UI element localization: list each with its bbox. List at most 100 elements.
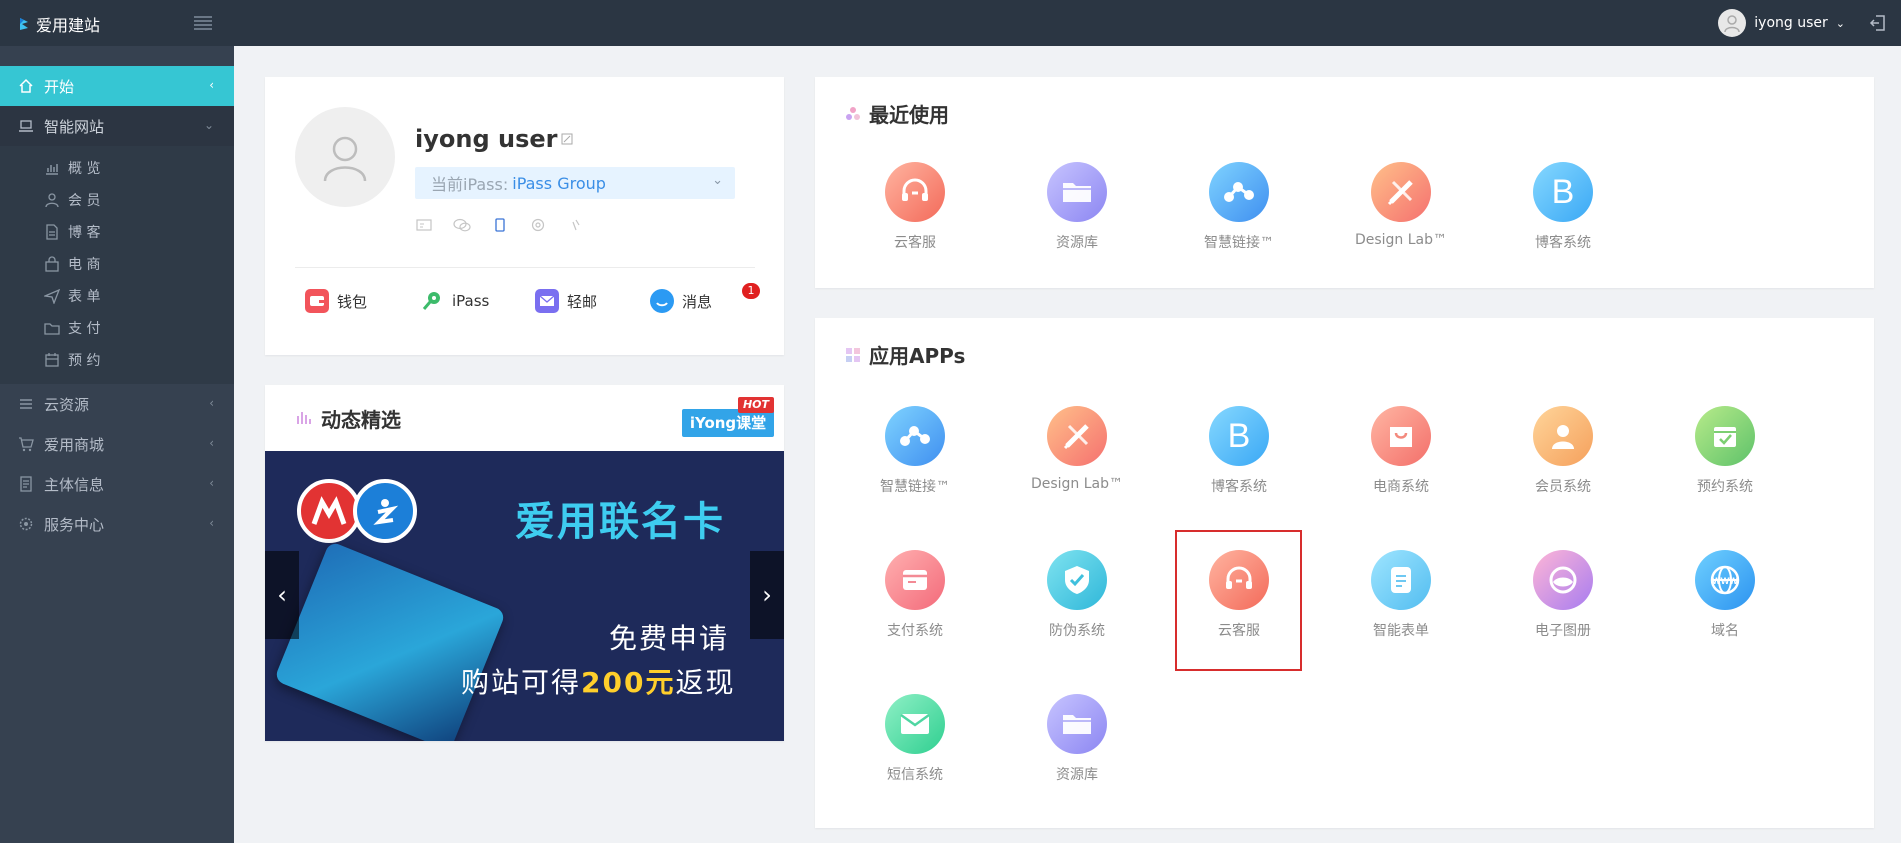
app-tile[interactable]: B 博客系统: [1179, 406, 1299, 496]
mobile-icon[interactable]: [491, 217, 509, 233]
hot-tag: HOT: [737, 397, 774, 413]
recent-card: 最近使用 云客服 资源库 智慧链接™ Design Lab™ B 博客系统: [815, 77, 1874, 288]
app-tile-label: Design Lab™: [1030, 476, 1124, 492]
app-tile[interactable]: 电商系统: [1341, 406, 1461, 496]
app-tile[interactable]: Design Lab™: [1341, 162, 1461, 248]
ipass-select[interactable]: 当前iPass: iPass Group ⌄: [415, 167, 735, 199]
ipass-link[interactable]: iPass: [420, 289, 535, 313]
app-tile-label: 博客系统: [1535, 235, 1591, 251]
brand[interactable]: 爱用建站: [18, 12, 100, 36]
sidebar-item-mall[interactable]: 爱用商城 ‹: [0, 424, 234, 464]
app-tile[interactable]: 会员系统: [1503, 406, 1623, 496]
ipass-prefix: 当前iPass:: [431, 175, 509, 194]
app-tile-label: 会员系统: [1535, 479, 1591, 495]
mail-link[interactable]: 轻邮: [535, 289, 650, 313]
app-tile[interactable]: Design Lab™: [1017, 406, 1137, 492]
app-tile[interactable]: 资源库: [1017, 694, 1137, 784]
app-tile-label: 资源库: [1056, 767, 1098, 783]
brand-name: 爱用建站: [36, 16, 101, 35]
sidebar-subitem-ecommerce[interactable]: 电 商: [0, 248, 234, 280]
course-badge[interactable]: iYong课堂 HOT: [682, 397, 774, 437]
app-tile[interactable]: 智能表单: [1341, 550, 1461, 640]
chevron-down-icon: ⌄: [712, 173, 723, 188]
user-menu[interactable]: iyong user ⌄: [1718, 9, 1845, 37]
avatar[interactable]: [295, 107, 395, 207]
banner-prev-button[interactable]: ‹: [265, 551, 299, 639]
profile-name: iyong user: [415, 125, 573, 153]
sidebar-subitem-label: 表 单: [68, 289, 101, 305]
sidebar-item-cloud-resources[interactable]: 云资源 ‹: [0, 384, 234, 424]
chevron-left-icon: ‹: [209, 516, 214, 530]
sidebar-subitem-label: 电 商: [68, 257, 101, 273]
app-tile[interactable]: 短信系统: [855, 694, 975, 784]
sidebar-subitem-blog[interactable]: 博 客: [0, 216, 234, 248]
sidebar-subitem-label: 预 约: [68, 353, 101, 369]
binding-icons: [415, 217, 585, 233]
message-count-badge: 1: [742, 283, 760, 299]
sidebar-subitem-payment[interactable]: 支 付: [0, 312, 234, 344]
bank-logo-icon: [297, 479, 361, 543]
banner-next-button[interactable]: ›: [750, 551, 784, 639]
apps-title: 应用APPs: [869, 344, 966, 368]
brand-logo-icon: [20, 18, 28, 30]
sidebar-item-label: 开始: [44, 77, 75, 96]
wechat-icon[interactable]: [453, 217, 471, 233]
share-icon: [1209, 162, 1269, 222]
mail-icon: [535, 289, 559, 313]
app-tile[interactable]: WWW 域名: [1665, 550, 1785, 640]
app-tile[interactable]: 资源库: [1017, 162, 1137, 252]
sidebar-item-label: 主体信息: [44, 475, 105, 494]
app-tile[interactable]: 智慧链接™: [855, 406, 975, 496]
headset-icon: [885, 162, 945, 222]
fingerprint-icon[interactable]: [567, 217, 585, 233]
app-tile[interactable]: B 博客系统: [1503, 162, 1623, 252]
design-icon: [1371, 162, 1431, 222]
key-icon: [420, 289, 444, 313]
app-tile[interactable]: 防伪系统: [1017, 550, 1137, 640]
sidebar-subitem-label: 博 客: [68, 225, 101, 241]
chat-icon: [650, 289, 674, 313]
username-label: iyong user: [1754, 15, 1828, 31]
logout-icon[interactable]: [1869, 14, 1887, 32]
sidebar-subitem-overview[interactable]: 概 览: [0, 152, 234, 184]
messages-link[interactable]: 消息 1: [650, 283, 765, 313]
app-tile-label: 智慧链接™: [1204, 235, 1274, 251]
app-tile[interactable]: 云客服: [855, 162, 975, 252]
app-tile-label: 防伪系统: [1049, 623, 1105, 639]
app-tile[interactable]: 电子图册: [1503, 550, 1623, 640]
mail-label: 轻邮: [567, 292, 598, 311]
ipass-value: iPass Group: [512, 173, 606, 193]
app-tile[interactable]: 智慧链接™: [1179, 162, 1299, 252]
sidebar-item-start[interactable]: 开始 ‹: [0, 66, 234, 106]
grid-icon: [846, 347, 860, 362]
sidebar-subitem-booking[interactable]: 预 约: [0, 344, 234, 376]
news-card: 动态精选 iYong课堂 HOT 爱用联名卡 免费申请 购站可得200元返现 ‹…: [265, 385, 784, 741]
wallet-label: 钱包: [337, 292, 368, 311]
recent-header: 最近使用: [845, 99, 949, 128]
list-icon: [20, 399, 32, 409]
cart-icon: [19, 437, 34, 452]
sidebar-subitem-members[interactable]: 会 员: [0, 184, 234, 216]
divider: [295, 267, 755, 268]
sidebar-item-label: 爱用商城: [44, 435, 105, 454]
home-icon: [19, 78, 33, 93]
sidebar-subitem-forms[interactable]: 表 单: [0, 280, 234, 312]
send-icon: [44, 288, 60, 304]
shield-check-icon: [1047, 550, 1107, 610]
edit-icon[interactable]: [561, 133, 573, 145]
app-tile-label: 电商系统: [1373, 479, 1429, 495]
sidebar-item-label: 智能网站: [44, 117, 105, 136]
app-tile[interactable]: 预约系统: [1665, 406, 1785, 496]
sidebar-item-entity-info[interactable]: 主体信息 ‹: [0, 464, 234, 504]
app-tile[interactable]: 支付系统: [855, 550, 975, 640]
wallet-link[interactable]: 钱包: [305, 289, 420, 313]
chevron-down-icon: ⌄: [203, 118, 214, 132]
menu-toggle-icon[interactable]: [194, 16, 212, 30]
sidebar-item-service-center[interactable]: 服务中心 ‹: [0, 504, 234, 544]
sidebar-item-smart-site[interactable]: 智能网站 ⌄: [0, 106, 234, 146]
at-icon[interactable]: [529, 217, 547, 233]
promo-banner[interactable]: 爱用联名卡 免费申请 购站可得200元返现 ‹ ›: [265, 451, 784, 741]
id-card-icon[interactable]: [415, 217, 433, 233]
shopping-bag-icon: [1371, 406, 1431, 466]
user-icon: [323, 136, 367, 182]
